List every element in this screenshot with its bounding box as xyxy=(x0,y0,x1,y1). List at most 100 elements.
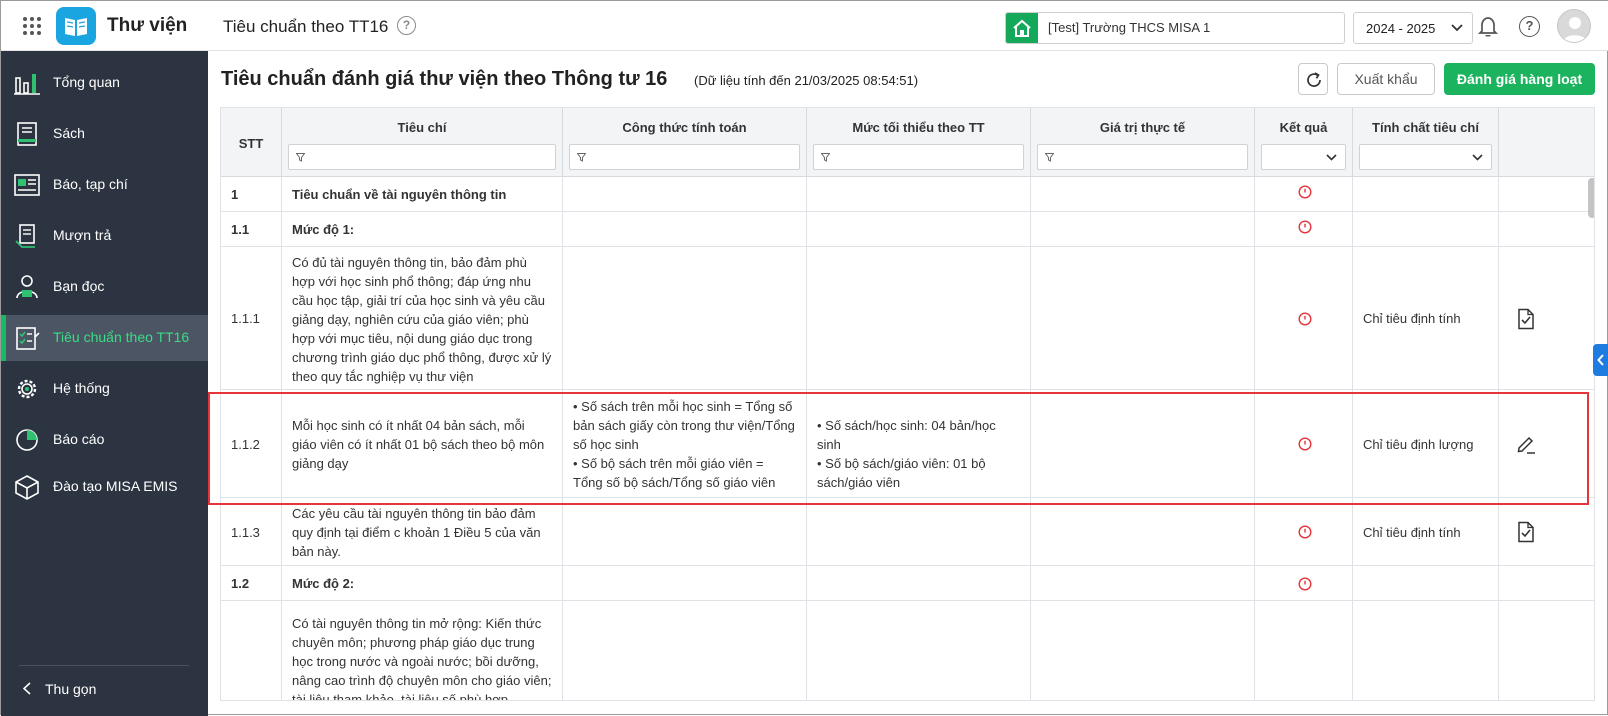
table-cell: Các yêu cầu tài nguyên thông tin bảo đảm… xyxy=(282,498,563,565)
page-help-icon[interactable]: ? xyxy=(397,16,416,35)
table-row[interactable]: 1.2 Mức độ 2: xyxy=(221,566,1594,601)
result-pending-icon xyxy=(1298,312,1312,326)
sidebar-item-he-thong[interactable]: Hệ thống xyxy=(1,366,208,412)
table-row[interactable]: 1.1 Mức độ 1: xyxy=(221,212,1594,247)
chevron-left-icon xyxy=(23,682,31,695)
table-cell xyxy=(1031,601,1255,700)
result-pending-icon xyxy=(1298,220,1312,234)
school-selector[interactable]: [Test] Trường THCS MISA 1 xyxy=(1005,12,1345,44)
table-cell xyxy=(563,566,807,600)
sidebar-item-bao-tap-chi[interactable]: Báo, tạp chí xyxy=(1,162,208,208)
filter-input-cong-thuc[interactable] xyxy=(569,144,800,170)
table-cell: 1.1.3 xyxy=(221,498,282,565)
help-icon[interactable]: ? xyxy=(1519,16,1540,37)
school-year-value: 2024 - 2025 xyxy=(1366,21,1436,36)
table-row[interactable]: 1.1.3 Các yêu cầu tài nguyên thông tin bả… xyxy=(221,498,1594,566)
table-cell: 1.1.2 xyxy=(221,390,282,497)
table-cell xyxy=(1031,212,1255,246)
table-cell xyxy=(1499,566,1594,600)
stt-text: 1.1.1 xyxy=(231,311,260,326)
refresh-button[interactable] xyxy=(1298,63,1328,95)
sidebar-item-bao-cao[interactable]: Báo cáo xyxy=(1,417,208,463)
bell-icon[interactable] xyxy=(1477,15,1499,37)
table-cell xyxy=(1499,498,1594,565)
sidebar-item-tieu-chuan-tt16[interactable]: Tiêu chuẩn theo TT16 xyxy=(1,315,208,361)
side-panel-toggle[interactable] xyxy=(1593,344,1608,376)
sidebar-item-sach[interactable]: Sách xyxy=(1,111,208,157)
column-label: Mức tối thiểu theo TT xyxy=(852,120,985,135)
column-header-tinh-chat: Tính chất tiêu chí xyxy=(1353,108,1499,177)
bulk-evaluate-button[interactable]: Đánh giá hàng loạt xyxy=(1444,63,1595,95)
column-header-gia-tri-thuc-te: Giá trị thực tế xyxy=(1031,108,1255,177)
filter-select-tinh-chat[interactable] xyxy=(1359,144,1492,170)
table-cell xyxy=(807,601,1031,700)
sidebar-item-label: Báo, tạp chí xyxy=(53,176,128,192)
table-cell xyxy=(1031,390,1255,497)
table-cell xyxy=(1499,390,1594,497)
table-cell xyxy=(1255,498,1353,565)
table-row[interactable]: Có tài nguyên thông tin mở rộng: Kiến th… xyxy=(221,601,1594,700)
school-home-icon xyxy=(1006,13,1038,43)
result-pending-icon xyxy=(1298,437,1312,451)
vertical-scrollbar[interactable] xyxy=(1588,178,1594,218)
sidebar: Tổng quan Sách Báo, tạp chí Mượn trả Bạn… xyxy=(1,51,208,716)
table-cell: Mức độ 1: xyxy=(282,212,563,246)
school-year-select[interactable]: 2024 - 2025 xyxy=(1353,12,1473,44)
newspaper-icon xyxy=(14,174,40,196)
export-button[interactable]: Xuất khẩu xyxy=(1337,63,1435,95)
table-cell: Mức độ 2: xyxy=(282,566,563,600)
table-header: STT Tiêu chí Công thức tính toán Mức tối… xyxy=(221,108,1594,177)
gear-icon xyxy=(17,379,37,399)
table-cell xyxy=(1031,247,1255,389)
criteria-text: Tiêu chuẩn về tài nguyên thông tin xyxy=(292,187,507,202)
check-document-icon[interactable] xyxy=(1516,521,1536,543)
sidebar-item-label: Sách xyxy=(53,125,85,141)
table-cell xyxy=(1499,247,1594,389)
refresh-icon xyxy=(1307,72,1321,87)
sidebar-item-muon-tra[interactable]: Mượn trả xyxy=(1,213,208,259)
table-cell: Chỉ tiêu định lượng xyxy=(1353,390,1499,497)
top-bar: Thư viện Tiêu chuẩn theo TT16 ? [Test] T… xyxy=(1,1,1608,51)
table-row[interactable]: 1 Tiêu chuẩn về tài nguyên thông tin xyxy=(221,177,1594,212)
column-header-ket-qua: Kết quả xyxy=(1255,108,1353,177)
table-cell: • Số sách/học sinh: 04 bản/học sinh • Số… xyxy=(807,390,1031,497)
sidebar-item-dao-tao[interactable]: Đào tạo MISA EMIS xyxy=(1,464,208,510)
table-cell xyxy=(1255,212,1353,246)
stt-text: 1.2 xyxy=(231,576,250,591)
sidebar-item-ban-doc[interactable]: Bạn đọc xyxy=(1,264,208,310)
borrow-return-icon xyxy=(15,224,35,248)
chevron-down-icon xyxy=(1451,24,1463,32)
app-window: Thư viện Tiêu chuẩn theo TT16 ? [Test] T… xyxy=(0,0,1608,716)
filter-icon xyxy=(1045,153,1054,162)
table-cell xyxy=(1255,177,1353,211)
column-label: Kết quả xyxy=(1279,120,1328,135)
column-label: Công thức tính toán xyxy=(622,120,747,135)
collapse-sidebar-button[interactable]: Thu gọn xyxy=(19,665,189,697)
edit-icon[interactable] xyxy=(1516,433,1536,455)
filter-input-gia-tri-thuc-te[interactable] xyxy=(1037,144,1248,170)
avatar[interactable] xyxy=(1557,9,1591,43)
filter-input-muc-toi-thieu[interactable] xyxy=(813,144,1024,170)
table-cell xyxy=(563,601,807,700)
filter-input-tieu-chi[interactable] xyxy=(288,144,556,170)
table-cell: Có đủ tài nguyên thông tin, bảo đảm phù … xyxy=(282,247,563,389)
stt-text: 1.1 xyxy=(231,222,250,237)
result-pending-icon xyxy=(1298,185,1312,199)
result-pending-icon xyxy=(1298,577,1312,591)
active-indicator xyxy=(1,315,6,361)
table-row[interactable]: 1.1.1 Có đủ tài nguyên thông tin, bảo đảm… xyxy=(221,247,1594,390)
filter-select-ket-qua[interactable] xyxy=(1261,144,1346,170)
sidebar-item-tong-quan[interactable]: Tổng quan xyxy=(1,60,208,106)
reader-icon xyxy=(16,275,38,299)
sidebar-item-label: Tiêu chuẩn theo TT16 xyxy=(53,329,190,345)
sidebar-item-label: Báo cáo xyxy=(53,431,105,447)
column-header-actions xyxy=(1499,108,1594,177)
app-launcher-icon[interactable] xyxy=(23,17,41,35)
library-logo-icon xyxy=(56,7,96,45)
table-cell xyxy=(1499,601,1594,700)
criteria-text: Mức độ 2: xyxy=(292,576,355,591)
table-row[interactable]: 1.1.2 Mỗi học sinh có ít nhất 04 bản sách… xyxy=(221,390,1594,498)
table-cell xyxy=(563,212,807,246)
check-document-icon[interactable] xyxy=(1516,308,1536,330)
nature-text: Chỉ tiêu định lượng xyxy=(1363,437,1474,452)
